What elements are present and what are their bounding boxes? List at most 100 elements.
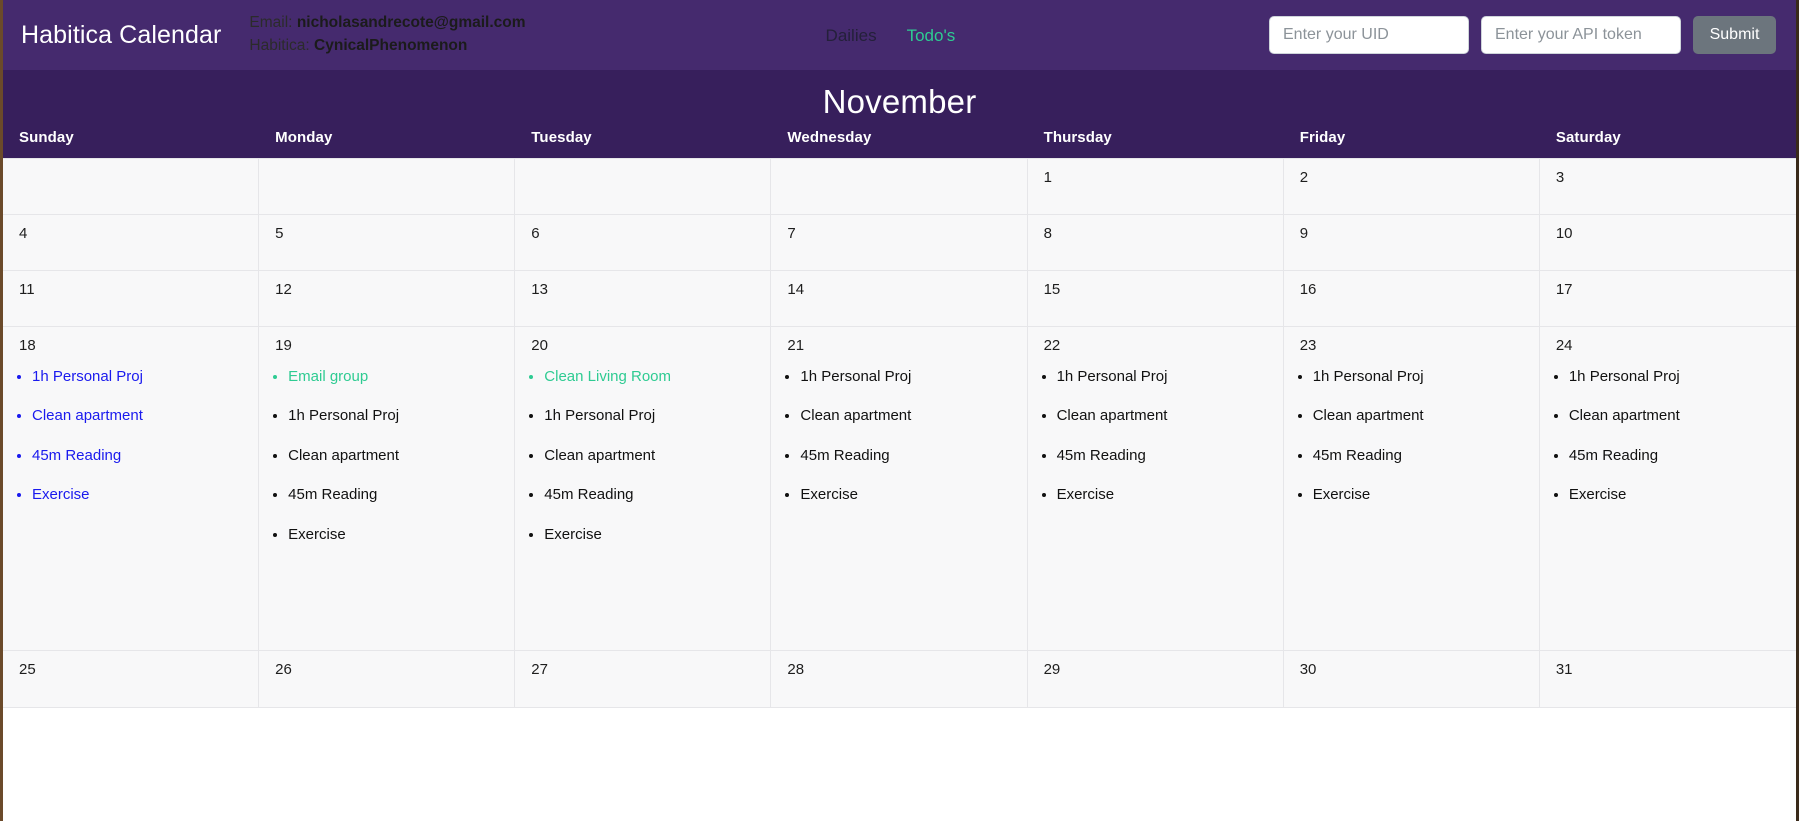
task-label: Clean apartment bbox=[544, 446, 656, 464]
task-item[interactable]: 1h Personal Proj bbox=[1569, 359, 1796, 398]
calendar-day-cell[interactable]: 4 bbox=[3, 215, 260, 270]
task-item[interactable]: 45m Reading bbox=[544, 477, 770, 516]
task-item[interactable]: 1h Personal Proj bbox=[288, 398, 514, 437]
task-item[interactable]: 45m Reading bbox=[1057, 438, 1283, 477]
task-item[interactable]: Clean apartment bbox=[1313, 398, 1539, 437]
calendar-day-cell[interactable]: 6 bbox=[515, 215, 772, 270]
task-item[interactable]: Exercise bbox=[800, 477, 1026, 516]
account-habitica-value: CynicalPhenomenon bbox=[314, 36, 468, 54]
day-number: 6 bbox=[531, 225, 540, 242]
day-task-list: 1h Personal Proj Clean apartment 45m Readi… bbox=[1556, 359, 1796, 516]
calendar-day-cell[interactable]: 10 bbox=[1539, 215, 1796, 270]
calendar-day-cell[interactable]: 23 1h Personal Proj Clean apartment 45m Rea… bbox=[1283, 327, 1540, 650]
task-item[interactable]: Clean apartment bbox=[288, 438, 514, 477]
browser-page: Habitica Calendar Email: nicholasandreco… bbox=[0, 0, 1799, 821]
task-item[interactable]: Clean Living Room bbox=[544, 359, 770, 398]
day-number: 18 bbox=[19, 337, 36, 354]
calendar-day-cell[interactable]: 29 bbox=[1027, 651, 1284, 707]
calendar-day-cell[interactable]: 5 bbox=[259, 215, 516, 270]
task-item[interactable]: 45m Reading bbox=[1569, 438, 1796, 477]
calendar-day-cell[interactable]: 1 bbox=[1027, 159, 1284, 214]
task-item[interactable]: Exercise bbox=[288, 517, 514, 556]
task-item[interactable]: Exercise bbox=[32, 477, 258, 516]
calendar-day-cell[interactable]: 26 bbox=[259, 651, 516, 707]
day-number: 3 bbox=[1555, 169, 1565, 186]
task-item[interactable]: Clean apartment bbox=[800, 398, 1026, 437]
task-item[interactable]: Email group bbox=[288, 359, 514, 398]
nav-link-todos[interactable]: Todo's bbox=[907, 27, 956, 44]
uid-input[interactable] bbox=[1269, 16, 1469, 54]
weekday-header-row: Sunday Monday Tuesday Wednesday Thursday… bbox=[3, 129, 1796, 158]
task-item[interactable]: 1h Personal Proj bbox=[32, 359, 258, 398]
task-item[interactable]: Clean apartment bbox=[1057, 398, 1283, 437]
calendar-day-cell[interactable]: 7 bbox=[771, 215, 1028, 270]
task-label: 1h Personal Proj bbox=[1312, 367, 1424, 385]
task-item[interactable]: 1h Personal Proj bbox=[800, 359, 1026, 398]
calendar-header: November Sunday Monday Tuesday Wednesday… bbox=[3, 70, 1796, 158]
day-task-list: 1h Personal Proj Clean apartment 45m Readi… bbox=[1300, 359, 1539, 516]
task-label: 1h Personal Proj bbox=[800, 367, 912, 385]
day-number: 9 bbox=[1299, 225, 1309, 242]
task-label: Clean apartment bbox=[1568, 407, 1680, 424]
calendar-day-cell[interactable] bbox=[259, 159, 516, 214]
calendar-day-cell[interactable]: 15 bbox=[1027, 271, 1284, 326]
account-habitica-line: Habitica: CynicalPhenomenon bbox=[249, 36, 525, 55]
calendar-day-cell[interactable]: 21 1h Personal Proj Clean apartment 45m Rea… bbox=[771, 327, 1028, 650]
app-brand-title: Habitica Calendar bbox=[21, 20, 222, 49]
calendar-day-cell[interactable]: 14 bbox=[771, 271, 1028, 326]
calendar-day-cell[interactable]: 13 bbox=[515, 271, 772, 326]
day-number: 16 bbox=[1299, 281, 1317, 298]
calendar-day-cell[interactable]: 8 bbox=[1027, 215, 1284, 270]
calendar-day-cell[interactable]: 9 bbox=[1283, 215, 1540, 270]
calendar-day-cell[interactable] bbox=[771, 159, 1028, 214]
credentials-form: Submit bbox=[1269, 16, 1786, 54]
calendar-day-cell[interactable]: 28 bbox=[771, 651, 1028, 707]
calendar-day-cell[interactable]: 20Clean Living Room1h Personal ProjClean… bbox=[515, 327, 772, 650]
calendar-day-cell[interactable]: 16 bbox=[1283, 271, 1540, 326]
task-item[interactable]: Clean apartment bbox=[1569, 398, 1796, 437]
task-label: 45m Reading bbox=[288, 486, 378, 503]
task-item[interactable]: Exercise bbox=[1313, 477, 1539, 516]
calendar-day-cell[interactable]: 30 bbox=[1283, 651, 1540, 707]
task-item[interactable]: Clean apartment bbox=[544, 438, 770, 477]
calendar-day-cell[interactable]: 19 Email group 1h Personal Proj Clean apart… bbox=[259, 327, 516, 650]
day-number: 22 bbox=[1043, 337, 1061, 354]
submit-button[interactable]: Submit bbox=[1693, 16, 1776, 54]
task-item[interactable]: 1h Personal Proj bbox=[544, 398, 770, 437]
calendar-day-cell[interactable]: 25 bbox=[3, 651, 260, 707]
calendar-day-cell[interactable]: 18 1h Personal Proj Clean apartment 45m Rea… bbox=[3, 327, 260, 650]
task-item[interactable]: Exercise bbox=[1057, 477, 1283, 516]
calendar-day-cell[interactable]: 24 1h Personal Proj Clean apartment 45m Rea… bbox=[1539, 327, 1796, 650]
task-label: Clean apartment bbox=[1312, 407, 1424, 424]
day-task-list: 1h Personal Proj Clean apartment 45m Readi… bbox=[1044, 359, 1283, 516]
task-label: Exercise bbox=[1312, 486, 1371, 503]
weekday-friday: Friday bbox=[1299, 129, 1346, 146]
task-item[interactable]: Exercise bbox=[544, 517, 770, 556]
task-item[interactable]: Exercise bbox=[1569, 477, 1796, 516]
api-token-input[interactable] bbox=[1481, 16, 1681, 54]
calendar-day-cell[interactable] bbox=[515, 159, 772, 214]
calendar-day-cell[interactable]: 3 bbox=[1539, 159, 1796, 214]
account-email-line: Email: nicholasandrecote@gmail.com bbox=[249, 13, 525, 32]
nav-link-dailies[interactable]: Dailies bbox=[826, 27, 877, 44]
calendar-day-cell[interactable]: 17 bbox=[1539, 271, 1796, 326]
task-item[interactable]: 45m Reading bbox=[800, 438, 1026, 477]
calendar-day-cell[interactable]: 31 bbox=[1539, 651, 1796, 707]
calendar-grid: 1234567891011121314151617181h Personal P… bbox=[3, 158, 1796, 708]
day-number: 5 bbox=[275, 225, 284, 242]
top-navbar: Habitica Calendar Email: nicholasandreco… bbox=[3, 0, 1796, 70]
task-item[interactable]: 45m Reading bbox=[32, 438, 258, 477]
task-item[interactable]: 1h Personal Proj bbox=[1057, 359, 1283, 398]
day-number: 24 bbox=[1555, 337, 1573, 354]
day-number: 12 bbox=[275, 281, 292, 298]
calendar-day-cell[interactable] bbox=[3, 159, 260, 214]
calendar-day-cell[interactable]: 22 1h Personal Proj Clean apartment 45m Rea… bbox=[1027, 327, 1284, 650]
calendar-day-cell[interactable]: 2 bbox=[1283, 159, 1540, 214]
task-item[interactable]: 1h Personal Proj bbox=[1313, 359, 1539, 398]
task-item[interactable]: 45m Reading bbox=[288, 477, 514, 516]
calendar-day-cell[interactable]: 11 bbox=[3, 271, 260, 326]
task-item[interactable]: 45m Reading bbox=[1313, 438, 1539, 477]
calendar-day-cell[interactable]: 27 bbox=[515, 651, 772, 707]
calendar-day-cell[interactable]: 12 bbox=[259, 271, 516, 326]
task-item[interactable]: Clean apartment bbox=[32, 398, 258, 437]
